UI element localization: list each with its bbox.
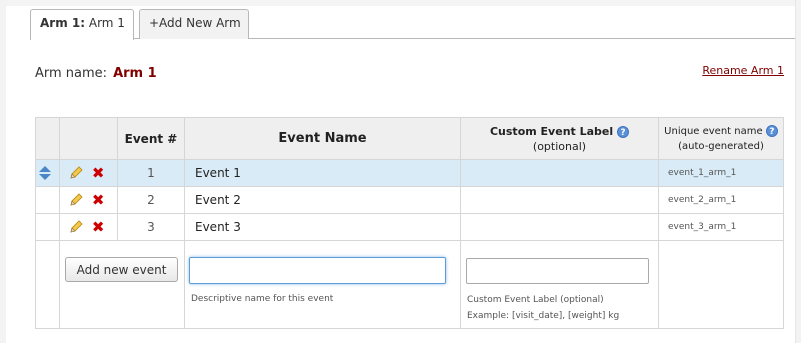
header-event-num: Event # [117,117,185,160]
add-new-event-button[interactable]: Add new event [65,257,178,282]
arm-tabs: Arm 1: Arm 1 +Add New Arm [30,8,795,40]
unique-event-name: event_3_arm_1 [658,213,784,241]
new-event-name-cell: Descriptive name for this event [184,240,461,329]
arm-name-value: Arm 1 [113,66,157,81]
unique-event-name: event_1_arm_1 [658,159,784,187]
event-name: Event 3 [184,213,461,241]
table-row: ✖ 2 Event 2 event_2_arm_1 [35,186,784,214]
new-custom-label-cell: Custom Event Label (optional) Example: [… [460,240,659,329]
delete-x-icon[interactable]: ✖ [92,165,105,181]
add-button-cell: Add new event [59,240,185,329]
pencil-edit-icon[interactable] [68,165,84,181]
row-actions: ✖ [59,159,118,187]
arm-name-label: Arm name: [35,66,108,81]
row-drag-handle [35,186,60,214]
rename-arm-link[interactable]: Rename Arm 1 [702,64,784,77]
top-band [0,0,801,6]
custom-event-label [460,186,659,214]
help-icon[interactable]: ? [765,124,778,137]
tab-arm-1[interactable]: Arm 1: Arm 1 [30,9,134,40]
event-num: 1 [117,159,185,187]
right-frame-edge [795,0,801,343]
events-table: Event # Event Name Custom Event Label ? … [35,117,784,329]
event-num: 3 [117,213,185,241]
left-frame-edge [0,0,6,343]
delete-x-icon[interactable]: ✖ [92,219,105,235]
event-name: Event 1 [184,159,461,187]
header-custom-label: Custom Event Label ? (optional) [460,117,659,160]
table-header-row: Event # Event Name Custom Event Label ? … [35,117,784,160]
new-event-name-hint: Descriptive name for this event [191,294,334,304]
new-custom-label-input[interactable] [466,258,649,284]
custom-label-example: Example: [visit_date], [weight] kg [467,311,620,321]
header-custom-label-sub: (optional) [532,139,587,153]
row-drag-handle[interactable] [35,159,60,187]
row-drag-handle [35,213,60,241]
header-unique-name: Unique event name ? (auto-generated) [658,117,784,160]
custom-event-label [460,213,659,241]
header-event-name: Event Name [184,117,461,160]
add-event-row: Add new event Descriptive name for this … [35,240,784,329]
header-actions [59,117,118,160]
add-row-unique-cell [658,240,784,329]
pencil-edit-icon[interactable] [68,219,84,235]
unique-event-name: event_2_arm_1 [658,186,784,214]
event-num: 2 [117,186,185,214]
tab-add-new-arm[interactable]: +Add New Arm [139,9,249,39]
pencil-edit-icon[interactable] [68,192,84,208]
custom-label-hint: Custom Event Label (optional) [467,295,604,305]
help-icon[interactable]: ? [617,125,629,138]
row-actions: ✖ [59,186,118,214]
row-actions: ✖ [59,213,118,241]
header-unique-name-text: Unique event name [664,125,763,137]
table-row: ✖ 3 Event 3 event_3_arm_1 [35,213,784,241]
delete-x-icon[interactable]: ✖ [92,192,105,208]
event-name: Event 2 [184,186,461,214]
new-event-name-input[interactable] [189,257,446,284]
header-handle [35,117,60,160]
tab-arm-1-prefix: Arm 1: [40,16,86,30]
header-custom-label-text: Custom Event Label [489,124,614,138]
custom-event-label [460,159,659,187]
table-row: ✖ 1 Event 1 event_1_arm_1 [35,159,784,187]
up-down-arrows-icon [39,166,51,180]
tab-arm-1-name: Arm 1 [88,16,125,30]
arm-name-row: Arm name: Arm 1 [35,66,157,81]
header-unique-name-sub: (auto-generated) [678,140,764,152]
add-row-empty-cell [35,240,60,329]
